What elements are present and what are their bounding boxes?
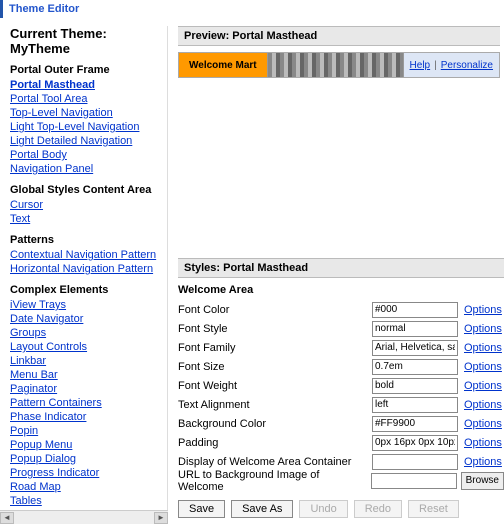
background-color-input[interactable] bbox=[372, 416, 458, 432]
prop-row: Font Size Options bbox=[178, 357, 504, 376]
prop-label: Font Style bbox=[178, 323, 368, 335]
help-link[interactable]: Help bbox=[410, 60, 431, 71]
reset-button[interactable]: Reset bbox=[408, 500, 459, 518]
prop-row: Font Color Options bbox=[178, 300, 504, 319]
undo-button[interactable]: Undo bbox=[299, 500, 347, 518]
preview-panel-title: Preview: Portal Masthead bbox=[178, 26, 500, 46]
sidebar-item[interactable]: Portal Tool Area bbox=[10, 92, 161, 106]
group-title-complex-elements: Complex Elements bbox=[10, 284, 161, 296]
sidebar-item[interactable]: iView Trays bbox=[10, 298, 161, 312]
scroll-left-icon[interactable]: ◄ bbox=[0, 512, 14, 524]
options-link[interactable]: Options bbox=[464, 380, 502, 392]
sidebar-item[interactable]: Contextual Navigation Pattern bbox=[10, 248, 161, 262]
font-color-input[interactable] bbox=[372, 302, 458, 318]
options-link[interactable]: Options bbox=[464, 342, 502, 354]
sidebar-item[interactable]: Tables bbox=[10, 494, 161, 508]
prop-row: Font Style Options bbox=[178, 319, 504, 338]
personalize-link[interactable]: Personalize bbox=[441, 60, 493, 71]
group-title-portal-outer-frame: Portal Outer Frame bbox=[10, 64, 161, 76]
prop-label: Font Size bbox=[178, 361, 368, 373]
sidebar-item[interactable]: Navigation Panel bbox=[10, 162, 161, 176]
sidebar-item-portal-masthead[interactable]: Portal Masthead bbox=[10, 78, 161, 92]
sidebar-item[interactable]: Linkbar bbox=[10, 354, 161, 368]
options-link[interactable]: Options bbox=[464, 361, 502, 373]
sidebar-item[interactable]: Top-Level Navigation bbox=[10, 106, 161, 120]
bg-image-url-input[interactable] bbox=[371, 473, 457, 489]
sidebar-item[interactable]: Layout Controls bbox=[10, 340, 161, 354]
save-as-button[interactable]: Save As bbox=[231, 500, 293, 518]
sidebar-item[interactable]: Popup Menu bbox=[10, 438, 161, 452]
sidebar-item[interactable]: Paginator bbox=[10, 382, 161, 396]
content-pane: Preview: Portal Masthead Welcome Mart He… bbox=[168, 26, 504, 522]
sidebar-item[interactable]: Groups bbox=[10, 326, 161, 340]
save-button[interactable]: Save bbox=[178, 500, 225, 518]
prop-label: Text Alignment bbox=[178, 399, 368, 411]
preview-masthead: Welcome Mart Help | Personalize bbox=[178, 52, 500, 78]
font-weight-input[interactable] bbox=[372, 378, 458, 394]
sidebar-item[interactable]: Phase Indicator bbox=[10, 410, 161, 424]
prop-row: Text Alignment Options bbox=[178, 395, 504, 414]
redo-button[interactable]: Redo bbox=[354, 500, 402, 518]
sidebar[interactable]: Current Theme: MyTheme Portal Outer Fram… bbox=[0, 26, 168, 522]
options-link[interactable]: Options bbox=[464, 304, 502, 316]
sidebar-item[interactable]: Text bbox=[10, 212, 161, 226]
prop-label: Font Family bbox=[178, 342, 368, 354]
options-link[interactable]: Options bbox=[464, 437, 502, 449]
prop-label: Font Color bbox=[178, 304, 368, 316]
button-bar: Save Save As Undo Redo Reset bbox=[178, 496, 504, 522]
font-family-input[interactable] bbox=[372, 340, 458, 356]
sidebar-item[interactable]: Light Detailed Navigation bbox=[10, 134, 161, 148]
sidebar-item[interactable]: Light Top-Level Navigation bbox=[10, 120, 161, 134]
masthead-banner-image bbox=[267, 53, 404, 77]
link-separator: | bbox=[434, 60, 437, 71]
group-title-patterns: Patterns bbox=[10, 234, 161, 246]
sidebar-item[interactable]: Pattern Containers bbox=[10, 396, 161, 410]
app-header: Theme Editor bbox=[0, 0, 504, 18]
prop-row: Font Weight Options bbox=[178, 376, 504, 395]
sidebar-item[interactable]: Date Navigator bbox=[10, 312, 161, 326]
prop-row: Font Family Options bbox=[178, 338, 504, 357]
sidebar-item[interactable]: Progress Indicator bbox=[10, 466, 161, 480]
prop-row: URL to Background Image of Welcome Browse bbox=[178, 471, 504, 490]
display-container-input[interactable] bbox=[372, 454, 458, 470]
sidebar-item[interactable]: Popin bbox=[10, 424, 161, 438]
options-link[interactable]: Options bbox=[464, 418, 502, 430]
text-alignment-input[interactable] bbox=[372, 397, 458, 413]
masthead-links: Help | Personalize bbox=[404, 53, 499, 77]
welcome-area: Welcome Mart bbox=[179, 53, 267, 77]
options-link[interactable]: Options bbox=[464, 456, 502, 468]
sidebar-horizontal-scrollbar[interactable]: ◄ ► bbox=[0, 510, 168, 524]
sidebar-item[interactable]: Cursor bbox=[10, 198, 161, 212]
prop-row: Background Color Options bbox=[178, 414, 504, 433]
browse-button[interactable]: Browse bbox=[461, 472, 504, 490]
current-theme-title: Current Theme: MyTheme bbox=[10, 26, 161, 56]
prop-label: Background Color bbox=[178, 418, 368, 430]
main-split: Current Theme: MyTheme Portal Outer Fram… bbox=[0, 26, 504, 522]
sidebar-item[interactable]: Portal Body bbox=[10, 148, 161, 162]
sidebar-item[interactable]: Road Map bbox=[10, 480, 161, 494]
styles-section-label: Welcome Area bbox=[178, 282, 504, 300]
prop-label: Display of Welcome Area Container bbox=[178, 456, 368, 468]
options-link[interactable]: Options bbox=[464, 323, 502, 335]
styles-panel: Styles: Portal Masthead Welcome Area Fon… bbox=[178, 258, 504, 522]
sidebar-item[interactable]: Menu Bar bbox=[10, 368, 161, 382]
styles-panel-title: Styles: Portal Masthead bbox=[178, 258, 504, 278]
prop-label: Padding bbox=[178, 437, 368, 449]
scroll-right-icon[interactable]: ► bbox=[154, 512, 168, 524]
prop-label: Font Weight bbox=[178, 380, 368, 392]
prop-label: URL to Background Image of Welcome bbox=[178, 469, 367, 493]
padding-input[interactable] bbox=[372, 435, 458, 451]
group-title-global-styles: Global Styles Content Area bbox=[10, 184, 161, 196]
sidebar-item[interactable]: Horizontal Navigation Pattern bbox=[10, 262, 161, 276]
prop-row: Padding Options bbox=[178, 433, 504, 452]
sidebar-item[interactable]: Popup Dialog bbox=[10, 452, 161, 466]
font-size-input[interactable] bbox=[372, 359, 458, 375]
options-link[interactable]: Options bbox=[464, 399, 502, 411]
font-style-input[interactable] bbox=[372, 321, 458, 337]
